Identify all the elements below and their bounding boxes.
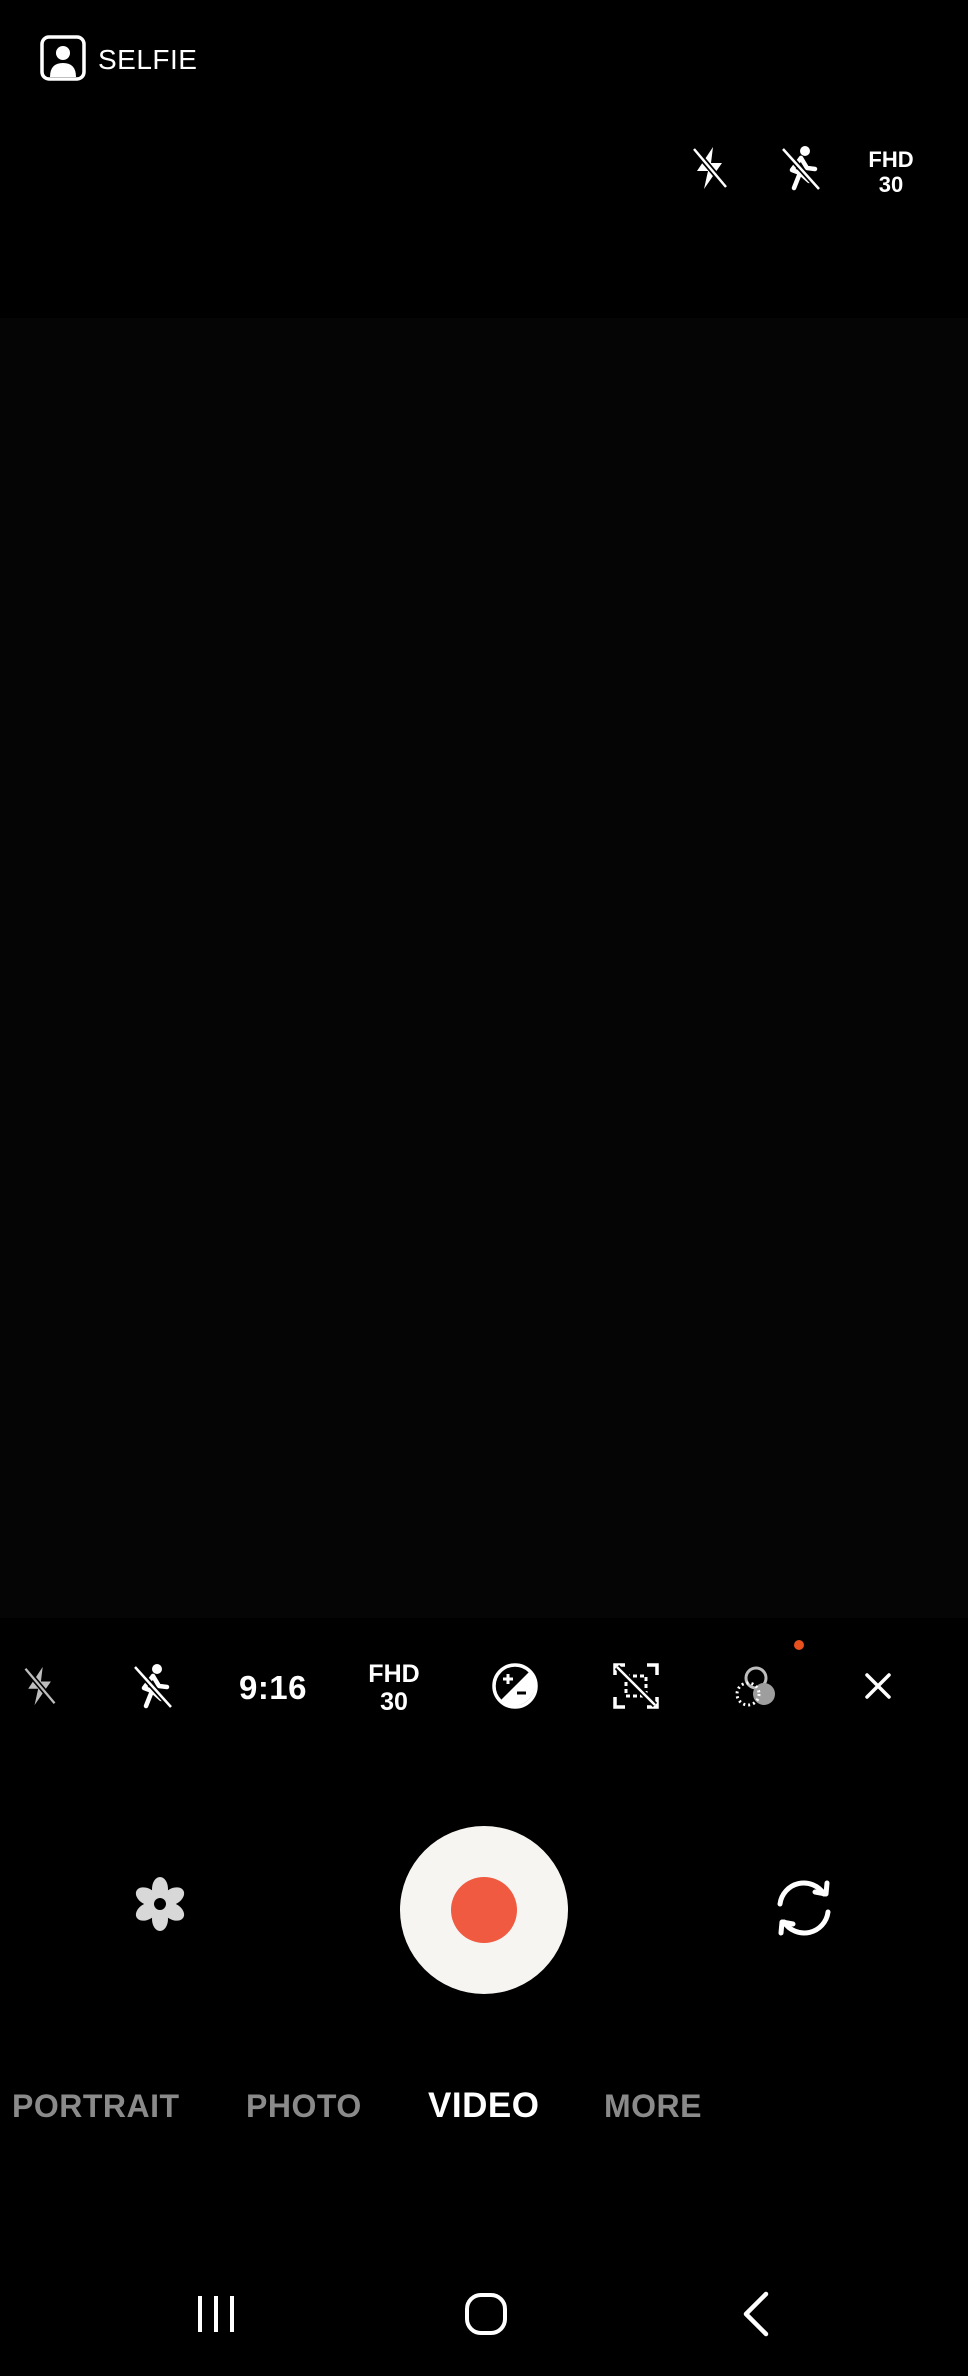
motion-off-icon — [129, 1661, 175, 1716]
filters-notification-dot — [794, 1640, 804, 1650]
qs-resolution-line1: FHD — [368, 1660, 420, 1688]
nav-back-button[interactable] — [716, 2280, 796, 2352]
selfie-button[interactable]: SELFIE — [40, 34, 197, 86]
mode-tab-more[interactable]: MORE — [604, 2088, 702, 2132]
camera-viewfinder[interactable] — [0, 318, 968, 1618]
qs-close-button[interactable] — [842, 1656, 914, 1720]
qs-motion-button[interactable] — [116, 1656, 188, 1720]
qs-aspect-ratio-button[interactable]: 9:16 — [233, 1656, 313, 1720]
motion-off-button[interactable] — [770, 140, 830, 200]
mode-tab-portrait[interactable]: PORTRAIT — [12, 2088, 180, 2132]
back-icon — [736, 2290, 776, 2343]
flash-off-button[interactable] — [680, 140, 740, 200]
qs-exposure-button[interactable] — [479, 1656, 551, 1720]
qs-resolution-button[interactable]: FHD 30 — [358, 1656, 430, 1720]
auto-framing-off-icon — [611, 1661, 661, 1716]
switch-camera-button[interactable] — [764, 1870, 844, 1950]
resolution-line2: 30 — [878, 172, 904, 197]
qs-auto-framing-button[interactable] — [600, 1656, 672, 1720]
switch-camera-icon — [770, 1874, 838, 1947]
recents-icon — [194, 2292, 238, 2341]
nav-home-button[interactable] — [446, 2280, 526, 2352]
flash-off-icon — [688, 143, 732, 198]
flower-icon — [130, 1874, 190, 1939]
record-dot — [451, 1877, 517, 1943]
video-resolution-button[interactable]: FHD 30 — [858, 144, 924, 200]
resolution-line1: FHD — [868, 147, 914, 172]
mode-tab-photo[interactable]: PHOTO — [246, 2088, 362, 2132]
selfie-icon — [40, 34, 86, 86]
flash-off-icon — [20, 1663, 60, 1714]
qs-flash-button[interactable] — [4, 1656, 76, 1720]
qs-resolution-line2: 30 — [380, 1688, 408, 1716]
nav-recents-button[interactable] — [176, 2280, 256, 2352]
exposure-icon — [491, 1662, 539, 1715]
filters-icon — [731, 1661, 781, 1716]
close-icon — [864, 1672, 892, 1705]
selfie-label: SELFIE — [98, 44, 198, 75]
mode-tab-video[interactable]: VIDEO — [428, 2086, 539, 2130]
home-icon — [462, 2290, 510, 2343]
effects-button[interactable] — [120, 1866, 200, 1946]
motion-off-icon — [777, 143, 823, 198]
record-button[interactable] — [400, 1826, 568, 1994]
qs-filters-button[interactable] — [720, 1656, 792, 1720]
